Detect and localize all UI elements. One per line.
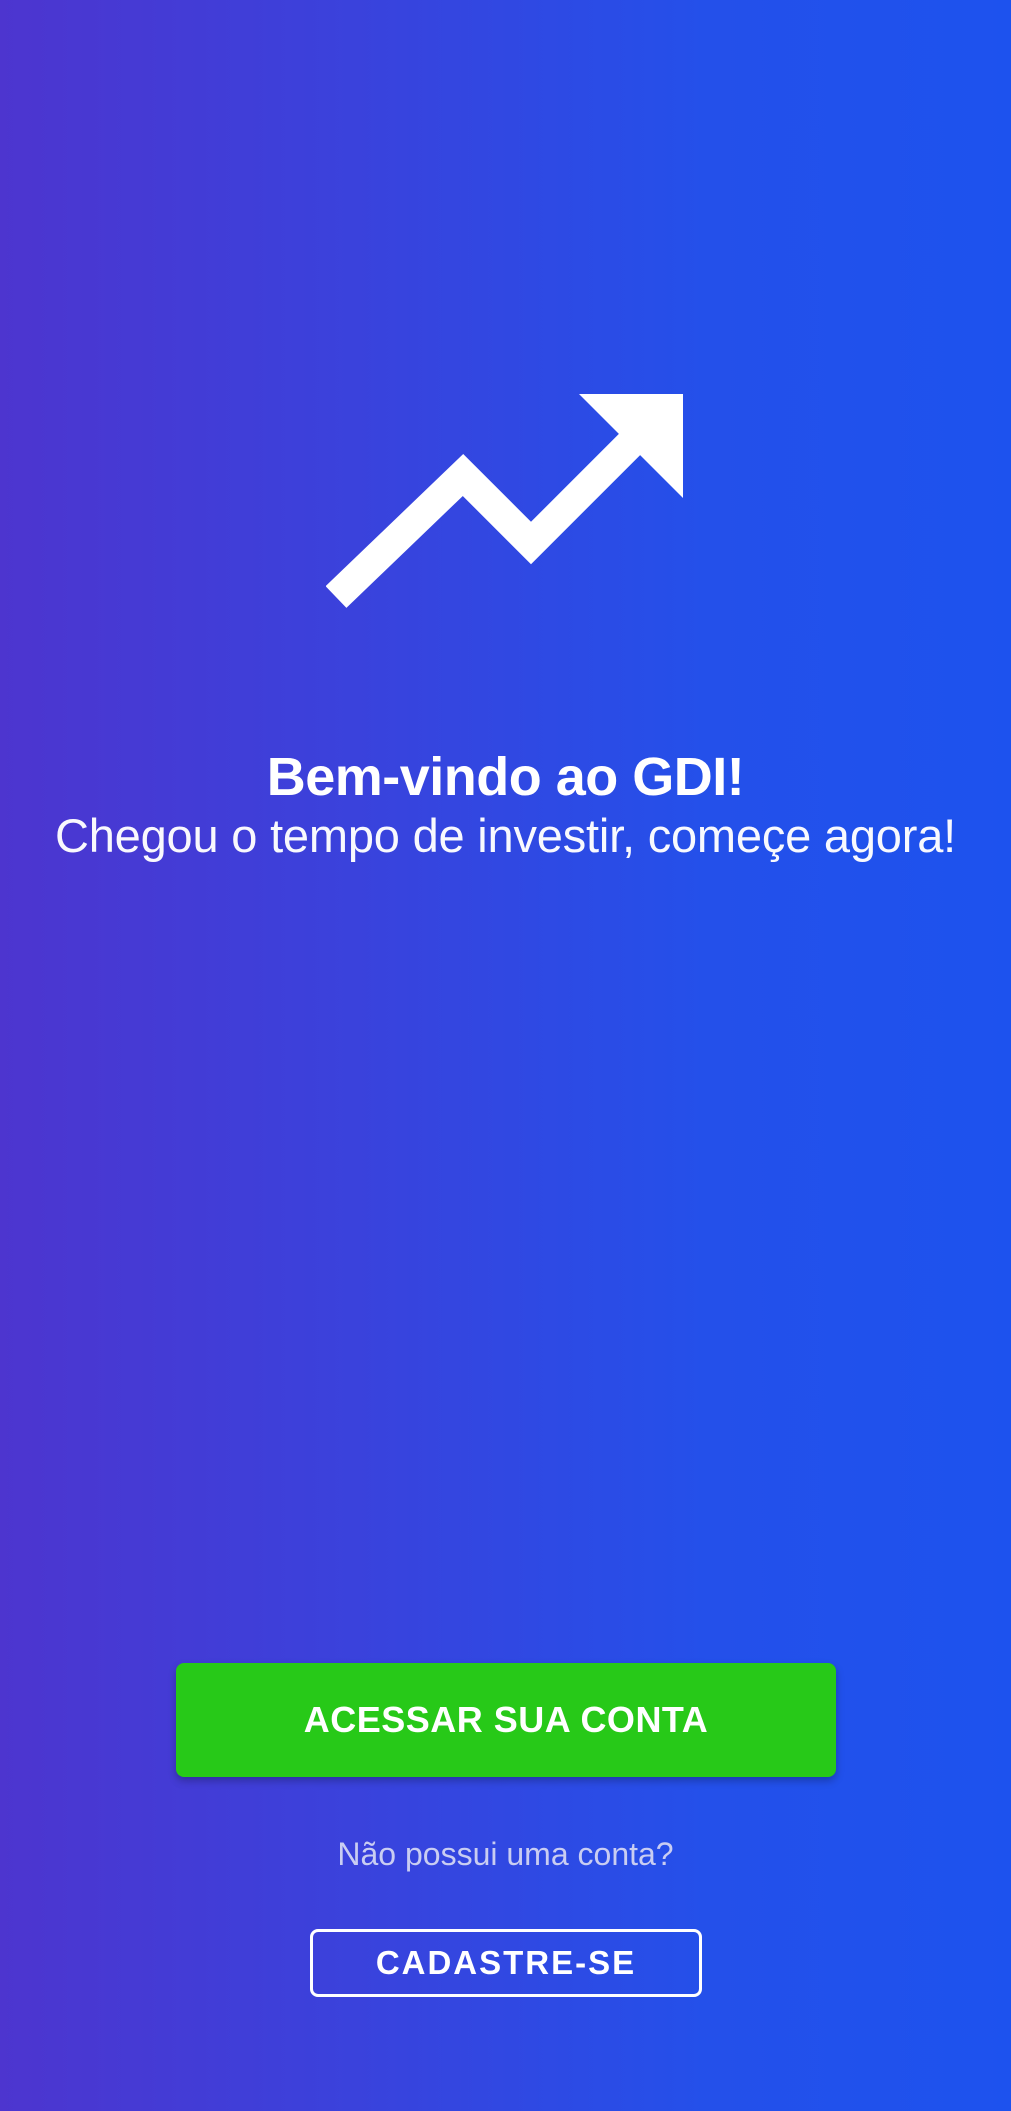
trending-up-arrow-icon [326,388,688,610]
welcome-subtitle: Chegou o tempo de investir, começe agora… [54,809,956,862]
signup-button[interactable]: CADASTRE-SE [310,1929,702,1997]
welcome-title: Bem-vindo ao GDI! [266,747,745,807]
login-button[interactable]: ACESSAR SUA CONTA [176,1663,836,1777]
no-account-text: Não possui uma conta? [337,1836,674,1872]
